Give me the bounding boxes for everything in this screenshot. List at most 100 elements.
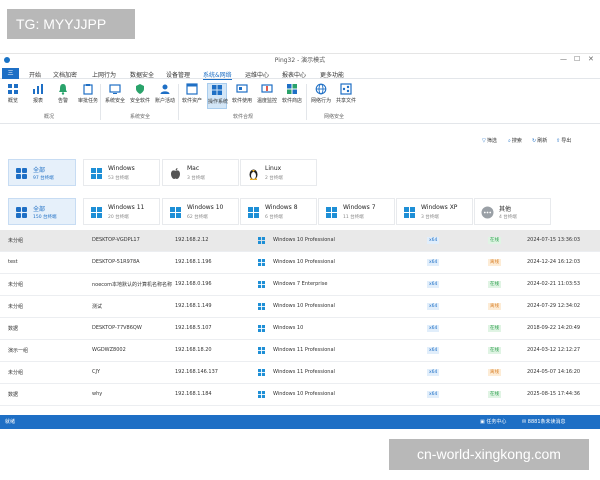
- approval-task-button[interactable]: 审批任务: [78, 83, 98, 104]
- menu-device-mgmt[interactable]: 设备管理: [166, 70, 190, 79]
- arch-badge: x64: [427, 281, 440, 288]
- windows-logo-icon: [248, 207, 259, 218]
- search-icon: ⌕: [508, 138, 511, 144]
- overview-button[interactable]: 概览: [3, 83, 23, 104]
- os-card-mac[interactable]: Mac 3 台终端: [162, 159, 239, 186]
- table-row[interactable]: 未分组 测试 192.168.1.149 Windows 10 Professi…: [0, 296, 600, 318]
- close-icon[interactable]: ✕: [588, 55, 594, 63]
- status-badge: 离线: [488, 259, 501, 266]
- shared-folder-icon: [340, 83, 352, 95]
- status-badge: 离线: [488, 369, 501, 376]
- table-row[interactable]: 演示一组 WGDWZ8002 192.168.18.20 Windows 11 …: [0, 340, 600, 362]
- status-badge: 在线: [488, 347, 501, 354]
- linux-penguin-icon: [249, 169, 258, 180]
- grid-icon: [16, 207, 27, 218]
- arch-badge: x64: [427, 259, 440, 266]
- ribbon-separator: [178, 84, 179, 120]
- arch-badge: x64: [427, 369, 440, 376]
- menu-more[interactable]: 更多功能: [320, 70, 344, 79]
- overview-icon: [8, 84, 18, 94]
- windows-logo-icon: [258, 303, 265, 310]
- windows-logo-icon: [91, 207, 102, 218]
- windows-logo-icon: [258, 369, 265, 376]
- arch-badge: x64: [427, 347, 440, 354]
- menu-start[interactable]: 开始: [29, 70, 41, 79]
- account-activity-button[interactable]: 账户活动: [155, 83, 175, 104]
- menu-system-network[interactable]: 系统&网络: [203, 70, 232, 80]
- window-icon: [186, 83, 198, 95]
- version-card-windows-10[interactable]: Windows 10 62 台终端: [162, 198, 239, 225]
- table-row[interactable]: 未分组 CJY 192.168.146.137 Windows 11 Profe…: [0, 362, 600, 384]
- system-security-button[interactable]: 系统安全: [105, 83, 125, 104]
- alert-button[interactable]: 告警: [53, 83, 73, 104]
- status-badge: 在线: [488, 281, 501, 288]
- table-row[interactable]: 数据 DESKTOP-77V86QW 192.168.5.107 Windows…: [0, 318, 600, 340]
- windows-logo-icon: [258, 237, 265, 244]
- shield-icon: [136, 84, 144, 94]
- arch-badge: x64: [427, 391, 440, 398]
- refresh-button[interactable]: ↻刷新: [532, 137, 547, 144]
- status-badge: 在线: [488, 391, 501, 398]
- version-card-windows-11[interactable]: Windows 11 20 台终端: [83, 198, 160, 225]
- desktop-app-icon: [236, 84, 248, 93]
- security-software-button[interactable]: 安全软件: [130, 83, 150, 104]
- menu-data-security[interactable]: 数据安全: [130, 70, 154, 79]
- filter-button[interactable]: ▽筛选: [482, 137, 497, 144]
- ribbon-toolbar: 概览 报表 告警 审批任务 系统安全 安全软件 账户活动 软件资产 操作系统 软…: [0, 80, 600, 124]
- os-card-linux[interactable]: Linux 2 台终端: [240, 159, 317, 186]
- version-card-all[interactable]: 全部 150 台终端: [8, 198, 76, 225]
- menu-web-behavior[interactable]: 上网行为: [92, 70, 116, 79]
- screenshot: TG: MYYJJPP Ping32 - 演示模式 — ☐ ✕ 三 开始 文档加…: [0, 0, 600, 480]
- message-count-link[interactable]: ✉ 8881条未读消息: [522, 418, 566, 425]
- refresh-icon: ↻: [532, 138, 537, 144]
- search-button[interactable]: ⌕搜索: [508, 137, 522, 144]
- group-label-software-compliance: 软件合规: [233, 114, 254, 120]
- menu-report-center[interactable]: 报表中心: [282, 70, 306, 79]
- group-label-overview: 概况: [44, 114, 55, 120]
- version-card-windows-xp[interactable]: Windows XP 3 台终端: [396, 198, 473, 225]
- store-icon: [287, 84, 297, 94]
- menu-doc-encrypt[interactable]: 文档加密: [53, 70, 77, 79]
- operating-system-button[interactable]: 操作系统: [207, 83, 228, 109]
- task-center-link[interactable]: ▣ 任务中心: [480, 418, 506, 425]
- windows-logo-icon: [258, 259, 265, 266]
- menu-bar: 三 开始 文档加密 上网行为 数据安全 设备管理 系统&网络 运维中心 报表中心…: [0, 68, 600, 80]
- software-assets-button[interactable]: 软件资产: [182, 83, 202, 104]
- export-button[interactable]: ⇪导出: [556, 137, 571, 144]
- windows-logo-icon: [170, 207, 181, 218]
- table-row[interactable]: test DESKTOP-51R978A 192.168.1.196 Windo…: [0, 252, 600, 274]
- table-row[interactable]: 未分组 DESKTOP-VGDPL17 192.168.2.12 Windows…: [0, 230, 600, 252]
- windows-logo-icon: [91, 168, 102, 179]
- os-card-all[interactable]: 全部 97 台终端: [8, 159, 76, 186]
- os-card-windows[interactable]: Windows 53 台终端: [83, 159, 160, 186]
- group-label-network-security: 网络安全: [324, 114, 345, 120]
- group-label-system-security: 系统安全: [130, 114, 151, 120]
- version-card-other[interactable]: 其他 4 台终端: [474, 198, 551, 225]
- version-card-windows-8[interactable]: Windows 8 6 台终端: [240, 198, 317, 225]
- bar-chart-icon: [33, 84, 43, 94]
- export-icon: ⇪: [556, 138, 561, 144]
- menu-ops-center[interactable]: 运维中心: [245, 70, 269, 79]
- windows-logo-icon: [212, 85, 222, 95]
- shared-files-button[interactable]: 共享文件: [336, 83, 356, 104]
- grid-icon: [16, 168, 27, 179]
- temperature-monitor-button[interactable]: 温度监控: [257, 83, 277, 104]
- software-store-button[interactable]: 软件商店: [282, 83, 302, 104]
- windows-logo-icon: [326, 207, 337, 218]
- report-button[interactable]: 报表: [28, 83, 48, 104]
- version-card-windows-7[interactable]: Windows 7 11 台终端: [318, 198, 395, 225]
- status-bar: 就绪 ▣ 任务中心 ✉ 8881条未读消息: [0, 415, 600, 429]
- network-behavior-button[interactable]: 网络行为: [311, 83, 331, 104]
- software-usage-button[interactable]: 软件使用: [232, 83, 252, 104]
- window-title: Ping32 - 演示模式: [274, 57, 326, 64]
- status-badge: 在线: [488, 237, 501, 244]
- status-badge: 在线: [488, 325, 501, 332]
- windows-logo-icon: [258, 325, 265, 332]
- more-dots-icon: [481, 206, 494, 219]
- table-row[interactable]: 未分组 noecom本地默认的计算机名称名称 192.168.0.196 Win…: [0, 274, 600, 296]
- windows-logo-icon: [404, 207, 415, 218]
- maximize-icon[interactable]: ☐: [574, 55, 580, 63]
- minimize-icon[interactable]: —: [560, 55, 567, 63]
- table-row[interactable]: 数据 why 192.168.1.184 Windows 10 Professi…: [0, 384, 600, 406]
- menu-main[interactable]: 三: [2, 68, 19, 79]
